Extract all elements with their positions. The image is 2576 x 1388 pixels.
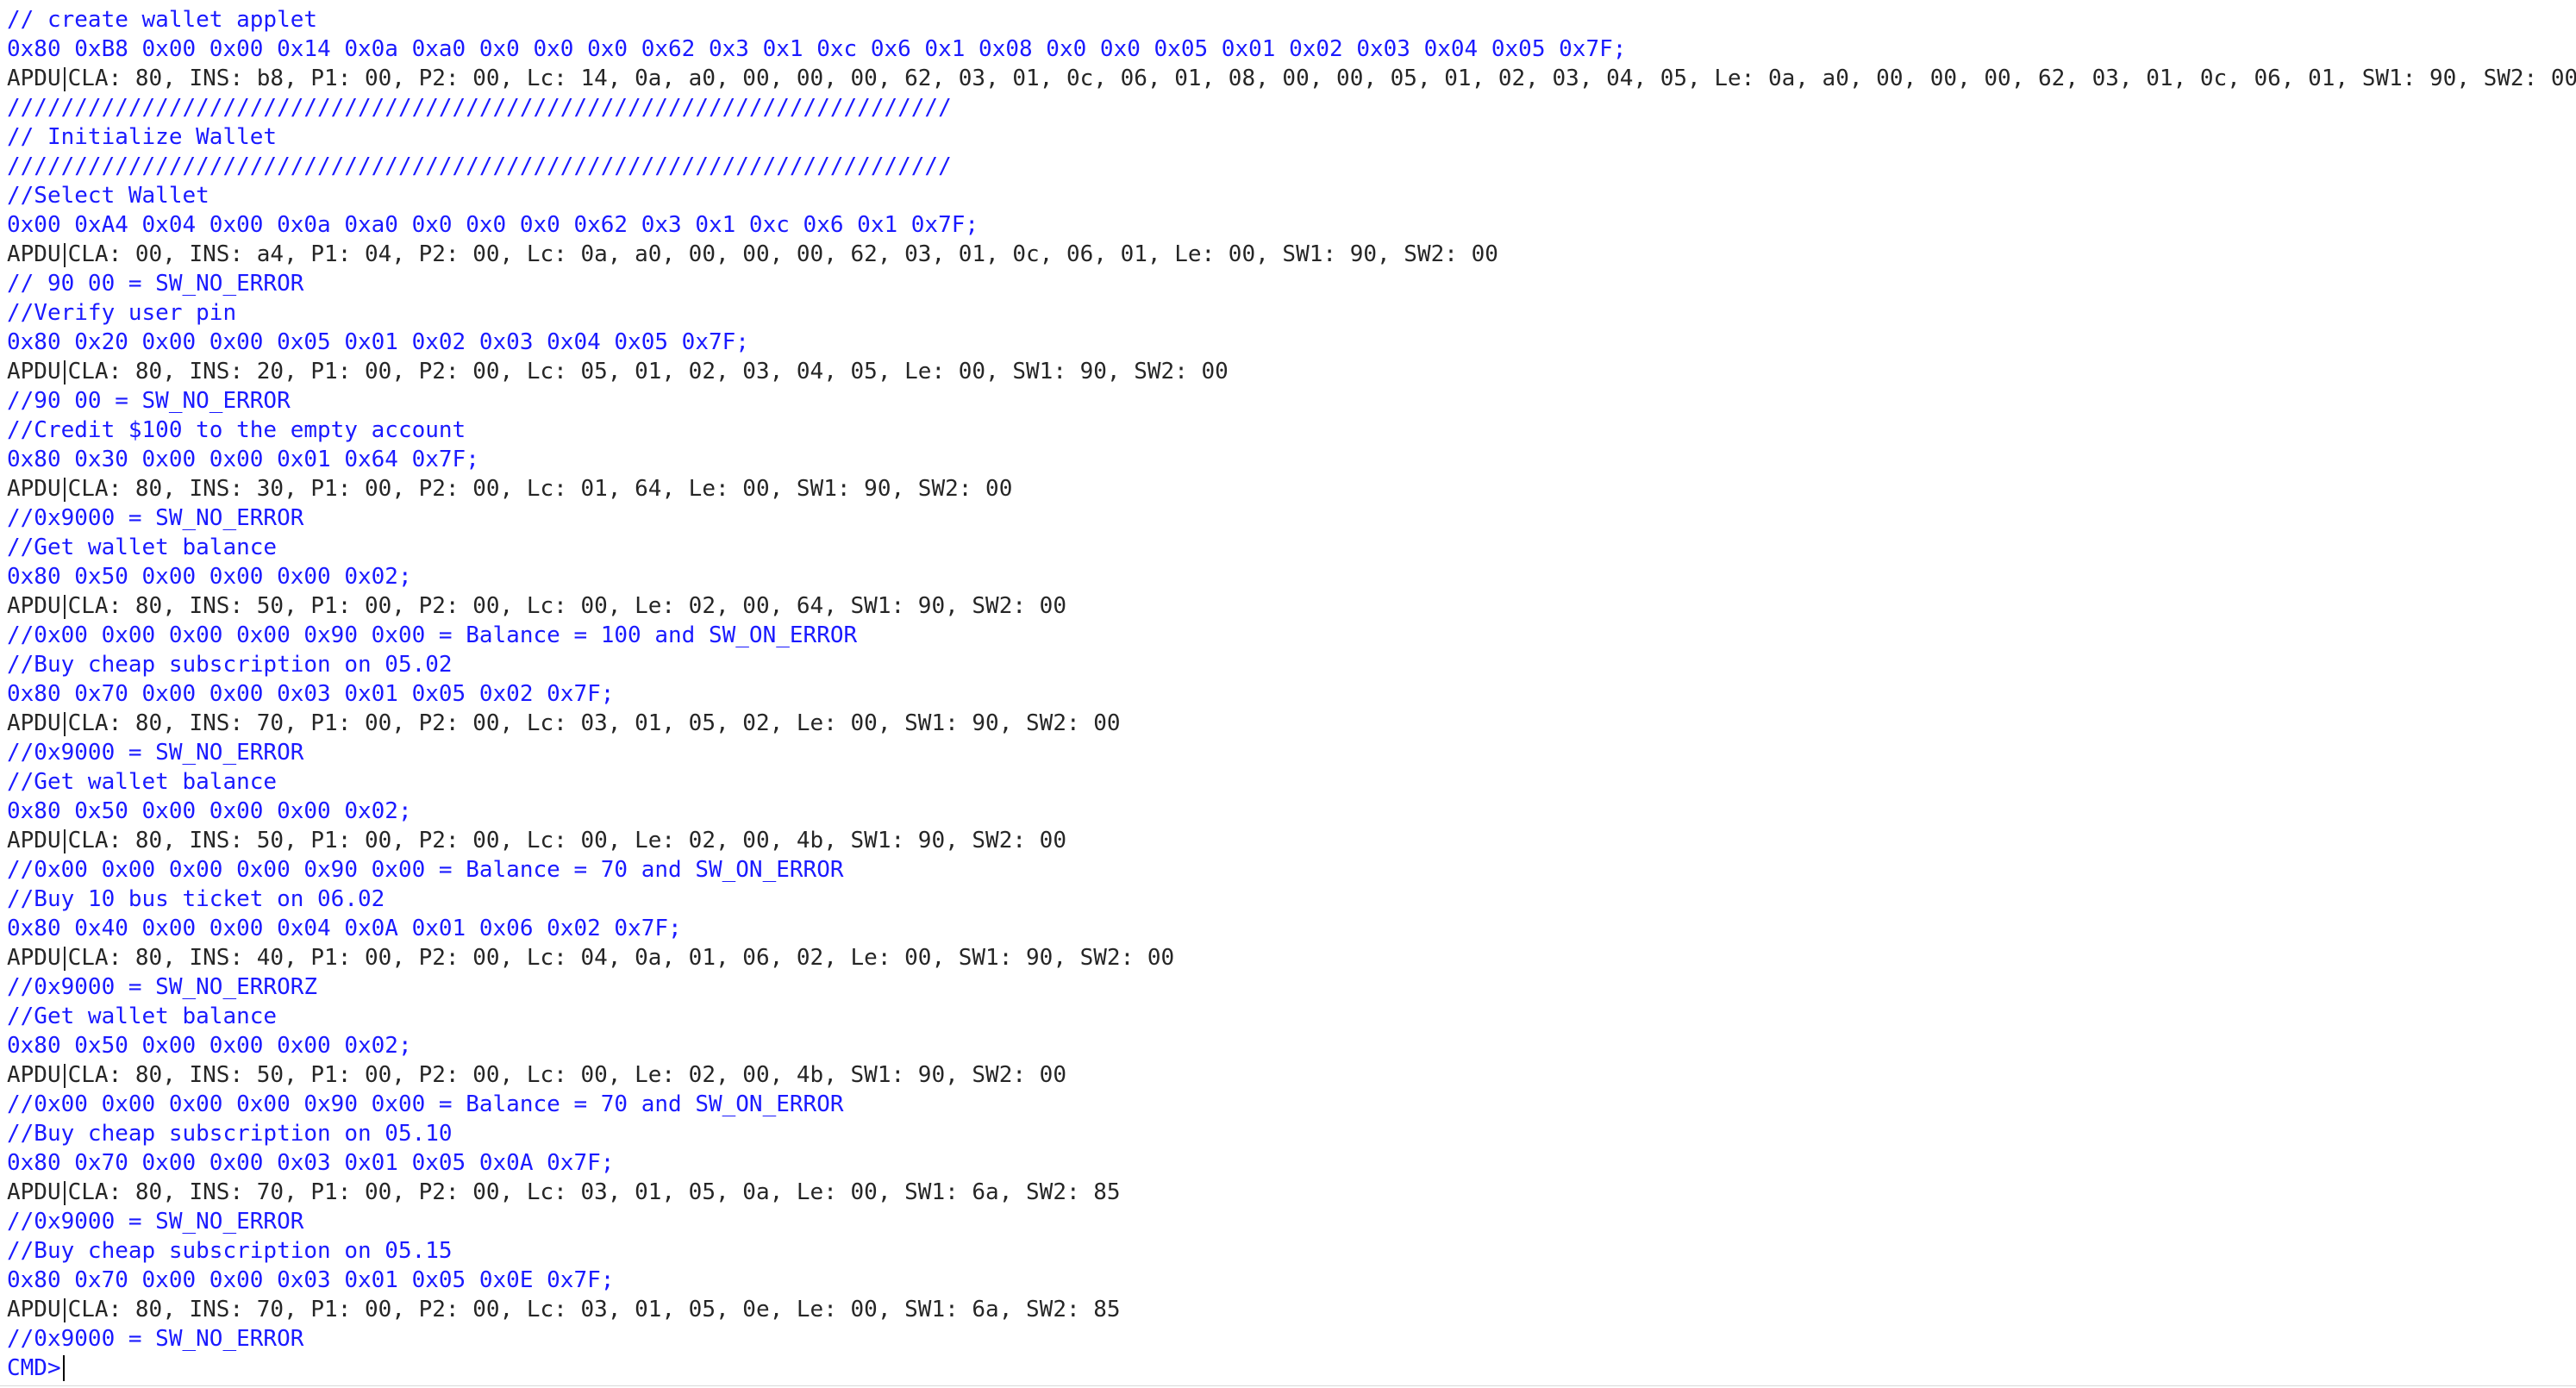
apdu-separator (63, 360, 66, 385)
apdu-response-line: APDU CLA: 80, INS: 50, P1: 00, P2: 00, Lc… (7, 1060, 2576, 1090)
apdu-prefix: APDU (7, 241, 61, 267)
command-line: 0x80 0x70 0x00 0x00 0x03 0x01 0x05 0x0A … (7, 1150, 615, 1176)
apdu-prefix: APDU (7, 828, 61, 853)
apdu-response-text: CLA: 80, INS: 50, P1: 00, P2: 00, Lc: 00… (67, 593, 1066, 619)
bottom-divider (0, 1385, 2576, 1386)
apdu-response-line: APDU CLA: 80, INS: 70, P1: 00, P2: 00, Lc… (7, 709, 2576, 738)
command-line: //0x9000 = SW_NO_ERROR (7, 740, 304, 766)
apdu-separator (63, 242, 66, 267)
command-line: //Get wallet balance (7, 1003, 278, 1029)
command-line: //0x9000 = SW_NO_ERROR (7, 505, 304, 531)
apdu-response-line: APDU CLA: 80, INS: 30, P1: 00, P2: 00, Lc… (7, 474, 2576, 503)
apdu-prefix: APDU (7, 66, 61, 91)
apdu-separator (63, 828, 66, 853)
command-line: 0x00 0xA4 0x04 0x00 0x0a 0xa0 0x0 0x0 0x… (7, 212, 979, 238)
apdu-response-line: APDU CLA: 80, INS: 50, P1: 00, P2: 00, Lc… (7, 591, 2576, 621)
apdu-prefix: APDU (7, 710, 61, 736)
command-line: //0x9000 = SW_NO_ERROR (7, 1209, 304, 1235)
apdu-prefix: APDU (7, 593, 61, 619)
command-line: 0x80 0x30 0x00 0x00 0x01 0x64 0x7F; (7, 447, 479, 472)
command-line: //0x00 0x00 0x00 0x00 0x90 0x00 = Balanc… (7, 857, 844, 883)
console-output[interactable]: // create wallet applet 0x80 0xB8 0x00 0x… (0, 0, 2576, 1388)
command-line: //Verify user pin (7, 300, 237, 326)
apdu-response-text: CLA: 80, INS: 40, P1: 00, P2: 00, Lc: 04… (67, 945, 1175, 971)
command-prompt-line[interactable]: CMD> (7, 1354, 2576, 1383)
apdu-response-text: CLA: 80, INS: 20, P1: 00, P2: 00, Lc: 05… (67, 359, 1229, 385)
apdu-prefix: APDU (7, 476, 61, 502)
command-line: 0x80 0xB8 0x00 0x00 0x14 0x0a 0xa0 0x0 0… (7, 36, 1627, 62)
apdu-separator (63, 594, 66, 619)
apdu-separator (63, 66, 66, 91)
apdu-response-line: APDU CLA: 80, INS: 20, P1: 00, P2: 00, Lc… (7, 357, 2576, 386)
apdu-separator (63, 711, 66, 736)
apdu-response-line: APDU CLA: 80, INS: 70, P1: 00, P2: 00, Lc… (7, 1178, 2576, 1207)
apdu-response-text: CLA: 80, INS: 50, P1: 00, P2: 00, Lc: 00… (67, 828, 1066, 853)
apdu-separator (63, 1063, 66, 1088)
apdu-response-text: CLA: 80, INS: 70, P1: 00, P2: 00, Lc: 03… (67, 710, 1121, 736)
apdu-response-line: APDU CLA: 80, INS: 70, P1: 00, P2: 00, Lc… (7, 1295, 2576, 1324)
command-line: 0x80 0x50 0x00 0x00 0x00 0x02; (7, 1033, 412, 1059)
command-line: 0x80 0x70 0x00 0x00 0x03 0x01 0x05 0x02 … (7, 681, 615, 707)
apdu-response-text: CLA: 80, INS: b8, P1: 00, P2: 00, Lc: 14… (67, 66, 2576, 91)
apdu-prefix: APDU (7, 945, 61, 971)
command-line: //Buy cheap subscription on 05.02 (7, 652, 453, 678)
command-line: //Get wallet balance (7, 769, 278, 795)
command-line: ////////////////////////////////////////… (7, 153, 952, 179)
command-prompt-label: CMD> (7, 1355, 61, 1381)
command-line: //Select Wallet (7, 183, 209, 209)
apdu-response-line: APDU CLA: 80, INS: 50, P1: 00, P2: 00, Lc… (7, 826, 2576, 855)
command-line: // Initialize Wallet (7, 124, 278, 150)
command-line: 0x80 0x40 0x00 0x00 0x04 0x0A 0x01 0x06 … (7, 916, 682, 941)
apdu-response-text: CLA: 00, INS: a4, P1: 04, P2: 00, Lc: 0a… (67, 241, 1498, 267)
apdu-response-line: APDU CLA: 80, INS: b8, P1: 00, P2: 00, Lc… (7, 64, 2576, 93)
command-line: // 90 00 = SW_NO_ERROR (7, 271, 304, 297)
command-line: 0x80 0x50 0x00 0x00 0x00 0x02; (7, 798, 412, 824)
apdu-separator (63, 1297, 66, 1322)
command-line: 0x80 0x50 0x00 0x00 0x00 0x02; (7, 564, 412, 590)
command-line: //Get wallet balance (7, 535, 278, 560)
apdu-separator (63, 477, 66, 502)
apdu-separator (63, 1180, 66, 1205)
apdu-prefix: APDU (7, 1062, 61, 1088)
command-line: //Buy cheap subscription on 05.10 (7, 1121, 453, 1147)
apdu-response-line: APDU CLA: 00, INS: a4, P1: 04, P2: 00, Lc… (7, 240, 2576, 269)
command-line: // create wallet applet (7, 7, 318, 33)
apdu-prefix: APDU (7, 1297, 61, 1322)
command-line: //Buy 10 bus ticket on 06.02 (7, 886, 385, 912)
command-line: //Credit $100 to the empty account (7, 417, 466, 443)
apdu-response-text: CLA: 80, INS: 30, P1: 00, P2: 00, Lc: 01… (67, 476, 1013, 502)
apdu-response-text: CLA: 80, INS: 70, P1: 00, P2: 00, Lc: 03… (67, 1297, 1121, 1322)
command-line: //0x9000 = SW_NO_ERRORZ (7, 974, 318, 1000)
apdu-prefix: APDU (7, 359, 61, 385)
command-line: //0x00 0x00 0x00 0x00 0x90 0x00 = Balanc… (7, 622, 858, 648)
command-line: //Buy cheap subscription on 05.15 (7, 1238, 453, 1264)
apdu-response-text: CLA: 80, INS: 50, P1: 00, P2: 00, Lc: 00… (67, 1062, 1066, 1088)
command-line: ////////////////////////////////////////… (7, 95, 952, 121)
apdu-separator (63, 946, 66, 971)
command-line: 0x80 0x20 0x00 0x00 0x05 0x01 0x02 0x03 … (7, 329, 749, 355)
apdu-response-line: APDU CLA: 80, INS: 40, P1: 00, P2: 00, Lc… (7, 943, 2576, 972)
command-line: //0x9000 = SW_NO_ERROR (7, 1326, 304, 1352)
apdu-prefix: APDU (7, 1179, 61, 1205)
command-line: //0x00 0x00 0x00 0x00 0x90 0x00 = Balanc… (7, 1091, 844, 1117)
apdu-response-text: CLA: 80, INS: 70, P1: 00, P2: 00, Lc: 03… (67, 1179, 1121, 1205)
console-lines: // create wallet applet 0x80 0xB8 0x00 0x… (7, 5, 2576, 1354)
command-line: //90 00 = SW_NO_ERROR (7, 388, 291, 414)
command-line: 0x80 0x70 0x00 0x00 0x03 0x01 0x05 0x0E … (7, 1267, 615, 1293)
text-caret (62, 1355, 65, 1381)
